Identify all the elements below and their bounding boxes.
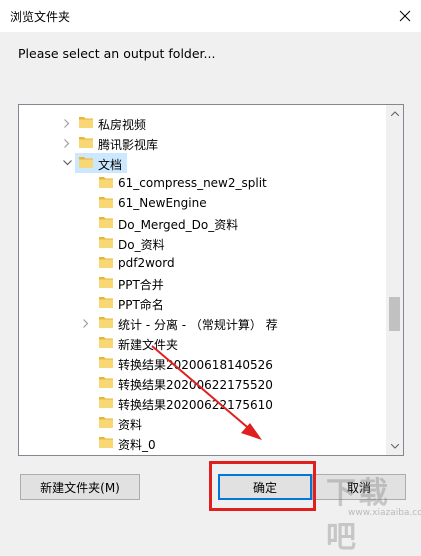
folder-icon (99, 316, 113, 328)
tree-item-label: Do_资料 (118, 238, 165, 252)
tree-item[interactable]: Do_资料 (19, 233, 385, 253)
folder-icon (99, 356, 113, 368)
window-title: 浏览文件夹 (10, 10, 71, 24)
tree-item[interactable]: pdf2word (19, 253, 385, 273)
tree-item-label: 资料 (118, 418, 143, 432)
tree-item[interactable]: 61_compress_new2_split (19, 173, 385, 193)
tree-item[interactable]: 新建文件夹 (19, 333, 385, 353)
close-button[interactable] (389, 0, 421, 32)
vertical-scrollbar[interactable] (386, 105, 403, 455)
folder-tree[interactable]: 私房视频腾讯影视库文档 61_compress_new2_split 61_NewE… (18, 104, 404, 456)
chevron-up-icon (390, 111, 399, 116)
tree-item[interactable]: PPT合并 (19, 273, 385, 293)
scroll-up-button[interactable] (386, 105, 403, 122)
folder-icon (79, 116, 93, 128)
chevron-down-icon (390, 444, 399, 449)
title-bar: 浏览文件夹 (0, 0, 421, 32)
folder-icon (99, 196, 113, 208)
folder-icon (99, 256, 113, 268)
tree-item[interactable]: 61_NewEngine (19, 193, 385, 213)
tree-item[interactable]: 腾讯影视库 (19, 133, 385, 153)
scroll-down-button[interactable] (386, 438, 403, 455)
tree-item[interactable]: 转换结果20200622175520 (19, 373, 385, 393)
chevron-right-icon[interactable] (81, 318, 91, 328)
folder-icon (99, 276, 113, 288)
folder-icon (99, 296, 113, 308)
folder-icon (99, 236, 113, 248)
watermark-url: www.xiazaiba.com (348, 508, 421, 518)
folder-icon (79, 156, 93, 168)
folder-icon (99, 436, 113, 448)
tree-item-label: PPT合并 (118, 278, 164, 292)
folder-icon (99, 396, 113, 408)
tree-item-label: 转换结果20200622175610 (118, 398, 273, 412)
tree-item[interactable]: 文档 (19, 153, 385, 173)
tree-item-label: pdf2word (118, 256, 175, 270)
tree-item[interactable]: 资料_0 (19, 433, 385, 453)
chevron-down-icon[interactable] (62, 158, 72, 168)
new-folder-button[interactable]: 新建文件夹(M) (20, 474, 140, 500)
tree-item[interactable]: 资料 (19, 413, 385, 433)
tree-item-label: 文档 (98, 158, 123, 172)
folder-icon (99, 416, 113, 428)
scroll-thumb[interactable] (389, 296, 400, 331)
tree-item-label: 61_NewEngine (118, 196, 207, 210)
tree-item-label: 私房视频 (98, 118, 147, 132)
tree-item[interactable]: 统计 - 分离 - （常规计算） 荐 (19, 313, 385, 333)
tree-item[interactable]: PPT命名 (19, 293, 385, 313)
folder-icon (99, 336, 113, 348)
tree-item-label: Do_Merged_Do_资料 (118, 218, 239, 232)
tree-item-label: 61_compress_new2_split (118, 176, 267, 190)
chevron-right-icon[interactable] (62, 118, 72, 128)
tree-item-label: 统计 - 分离 - （常规计算） 荐 (118, 318, 278, 332)
tree-item-label: PPT命名 (118, 298, 164, 312)
folder-icon (79, 136, 93, 148)
prompt-text: Please select an output folder... (18, 46, 216, 61)
tree-item[interactable]: 私房视频 (19, 113, 385, 133)
tree-item-label: 新建文件夹 (118, 338, 179, 352)
tree-item[interactable]: Do_Merged_Do_资料 (19, 213, 385, 233)
chevron-right-icon[interactable] (62, 138, 72, 148)
folder-icon (99, 176, 113, 188)
tree-item-label: 转换结果20200622175520 (118, 378, 273, 392)
folder-icon (99, 216, 113, 228)
tree-item[interactable]: 转换结果20200622175610 (19, 393, 385, 413)
folder-icon (99, 376, 113, 388)
ok-button[interactable]: 确定 (218, 474, 312, 500)
tree-item-label: 腾讯影视库 (98, 138, 159, 152)
close-icon (399, 10, 411, 22)
tree-item[interactable]: 转换结果20200618140526 (19, 353, 385, 373)
tree-item-label: 转换结果20200618140526 (118, 358, 273, 372)
tree-item-label: 资料_0 (118, 438, 156, 452)
tree-viewport: 私房视频腾讯影视库文档 61_compress_new2_split 61_NewE… (19, 105, 385, 455)
